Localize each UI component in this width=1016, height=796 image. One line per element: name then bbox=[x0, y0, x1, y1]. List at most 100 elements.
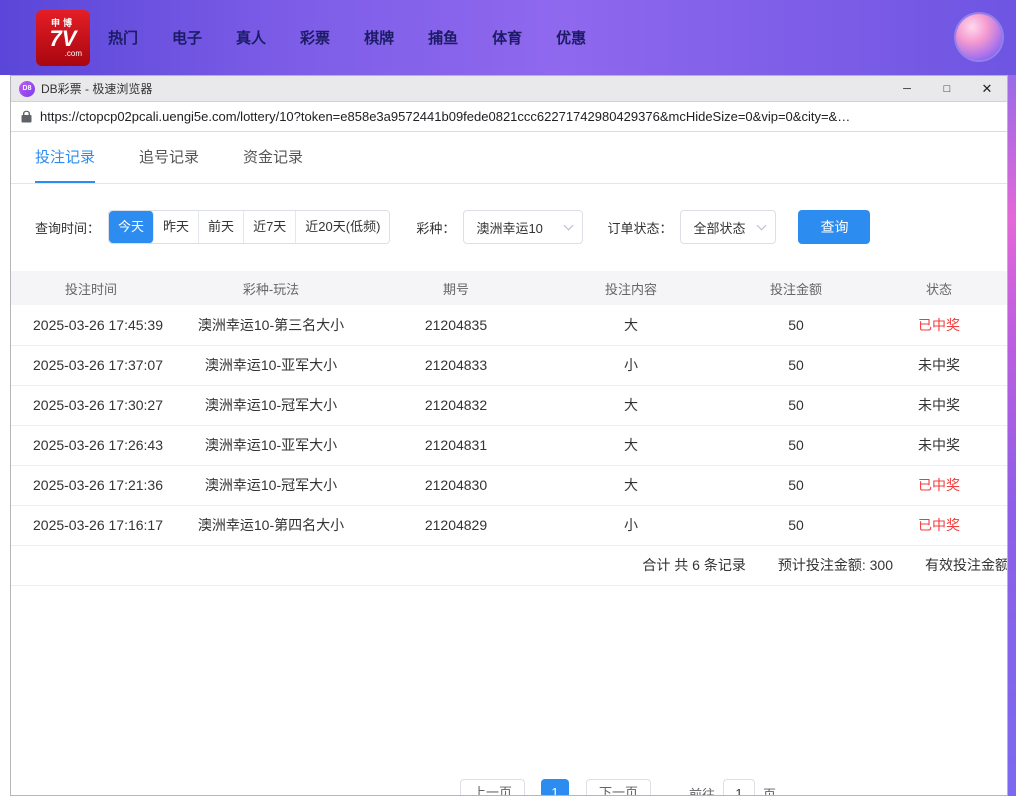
issue-cell: 21204833 bbox=[371, 345, 541, 385]
lottery-select-wrap: 澳洲幸运10 bbox=[463, 210, 583, 244]
bet-time-cell: 2025-03-26 17:45:39 bbox=[11, 305, 171, 345]
header-amount: 投注金额 bbox=[721, 271, 871, 305]
user-avatar[interactable] bbox=[956, 14, 1002, 60]
minimize-icon[interactable]: ─ bbox=[887, 76, 927, 101]
amount-cell: 50 bbox=[721, 465, 871, 505]
next-page-button[interactable]: 下一页 bbox=[586, 779, 651, 795]
nav-item-promo[interactable]: 优惠 bbox=[554, 23, 588, 52]
content-cell: 小 bbox=[541, 505, 721, 545]
tab-chase-records[interactable]: 追号记录 bbox=[139, 132, 199, 183]
order-status-label: 订单状态： bbox=[607, 218, 672, 237]
bet-time-cell: 2025-03-26 17:16:17 bbox=[11, 505, 171, 545]
close-icon[interactable]: ✕ bbox=[967, 76, 1007, 101]
table-row: 2025-03-26 17:21:36 澳洲幸运10-冠军大小 21204830… bbox=[11, 465, 1007, 505]
window-titlebar[interactable]: D8 DB彩票 - 极速浏览器 ─ □ ✕ bbox=[11, 76, 1007, 102]
search-button[interactable]: 查询 bbox=[798, 210, 870, 244]
summary-expected: 预计投注金额: 300 bbox=[778, 555, 893, 575]
goto-label: 前往 bbox=[689, 784, 715, 796]
lottery-select-value: 澳洲幸运10 bbox=[476, 218, 542, 237]
amount-cell: 50 bbox=[721, 305, 871, 345]
bet-time-cell: 2025-03-26 17:26:43 bbox=[11, 425, 171, 465]
window-title: DB彩票 - 极速浏览器 bbox=[41, 80, 152, 97]
summary-total: 合计 共 6 条记录 bbox=[642, 555, 745, 575]
bet-time-cell: 2025-03-26 17:30:27 bbox=[11, 385, 171, 425]
issue-cell: 21204835 bbox=[371, 305, 541, 345]
summary-row: 合计 共 6 条记录 预计投注金额: 300 有效投注金额 bbox=[11, 546, 1007, 586]
nav-item-sports[interactable]: 体育 bbox=[490, 23, 524, 52]
header-bet-time: 投注时间 bbox=[11, 271, 171, 305]
goto-unit-label: 页 bbox=[763, 784, 776, 796]
bet-time-cell: 2025-03-26 17:21:36 bbox=[11, 465, 171, 505]
query-time-label: 查询时间： bbox=[35, 218, 100, 237]
nav-item-boardgame[interactable]: 棋牌 bbox=[362, 23, 396, 52]
top-banner: 申博 7V .com 热门 电子 真人 彩票 棋牌 捕鱼 体育 优惠 bbox=[0, 0, 1016, 75]
amount-cell: 50 bbox=[721, 385, 871, 425]
maximize-icon[interactable]: □ bbox=[927, 76, 967, 101]
prev-page-button[interactable]: 上一页 bbox=[460, 779, 525, 795]
play-cell: 澳洲幸运10-亚军大小 bbox=[171, 345, 371, 385]
tab-bet-records[interactable]: 投注记录 bbox=[35, 132, 95, 183]
url-text[interactable]: https://ctopcp02pcali.uengi5e.com/lotter… bbox=[40, 109, 850, 124]
status-cell: 未中奖 bbox=[871, 385, 1007, 425]
page-number-1[interactable]: 1 bbox=[541, 779, 569, 795]
goto-page-input[interactable] bbox=[723, 779, 755, 795]
header-status: 状态 bbox=[871, 271, 1007, 305]
status-cell: 已中奖 bbox=[871, 505, 1007, 545]
nav-item-live[interactable]: 真人 bbox=[234, 23, 268, 52]
status-cell: 未中奖 bbox=[871, 345, 1007, 385]
site-logo-main-text: 7V bbox=[50, 28, 77, 50]
status-cell: 已中奖 bbox=[871, 465, 1007, 505]
table-header-row: 投注时间 彩种-玩法 期号 投注内容 投注金额 状态 bbox=[11, 271, 1007, 305]
order-status-select-value: 全部状态 bbox=[693, 218, 745, 237]
issue-cell: 21204831 bbox=[371, 425, 541, 465]
time-range-group: 今天 昨天 前天 近7天 近20天(低频) bbox=[108, 210, 390, 244]
pagination: 上一页 1 下一页 前往 页 bbox=[460, 779, 776, 795]
content-cell: 小 bbox=[541, 345, 721, 385]
status-cell: 已中奖 bbox=[871, 305, 1007, 345]
page-content: 投注记录 追号记录 资金记录 查询时间： 今天 昨天 前天 近7天 近20天(低… bbox=[11, 132, 1007, 795]
site-logo-sub-text: .com bbox=[65, 50, 82, 58]
header-issue: 期号 bbox=[371, 271, 541, 305]
play-cell: 澳洲幸运10-冠军大小 bbox=[171, 385, 371, 425]
play-cell: 澳洲幸运10-第四名大小 bbox=[171, 505, 371, 545]
status-select-wrap: 全部状态 bbox=[680, 210, 776, 244]
play-cell: 澳洲幸运10-第三名大小 bbox=[171, 305, 371, 345]
play-cell: 澳洲幸运10-冠军大小 bbox=[171, 465, 371, 505]
table-row: 2025-03-26 17:30:27 澳洲幸运10-冠军大小 21204832… bbox=[11, 385, 1007, 425]
table-row: 2025-03-26 17:16:17 澳洲幸运10-第四名大小 2120482… bbox=[11, 505, 1007, 545]
browser-window: D8 DB彩票 - 极速浏览器 ─ □ ✕ https://ctopcp02pc… bbox=[10, 75, 1008, 796]
time-btn-20days[interactable]: 近20天(低频) bbox=[296, 211, 389, 243]
summary-valid: 有效投注金额 bbox=[925, 555, 1007, 575]
window-controls: ─ □ ✕ bbox=[887, 76, 1007, 101]
time-btn-yesterday[interactable]: 昨天 bbox=[154, 211, 199, 243]
nav-item-hot[interactable]: 热门 bbox=[106, 23, 140, 52]
table-row: 2025-03-26 17:26:43 澳洲幸运10-亚军大小 21204831… bbox=[11, 425, 1007, 465]
main-nav: 热门 电子 真人 彩票 棋牌 捕鱼 体育 优惠 bbox=[106, 23, 588, 52]
lock-icon bbox=[21, 110, 32, 123]
table-row: 2025-03-26 17:37:07 澳洲幸运10-亚军大小 21204833… bbox=[11, 345, 1007, 385]
nav-item-lottery[interactable]: 彩票 bbox=[298, 23, 332, 52]
amount-cell: 50 bbox=[721, 425, 871, 465]
content-cell: 大 bbox=[541, 305, 721, 345]
content-cell: 大 bbox=[541, 425, 721, 465]
bet-records-table: 投注时间 彩种-玩法 期号 投注内容 投注金额 状态 2025-03-26 17… bbox=[11, 271, 1007, 546]
nav-item-slots[interactable]: 电子 bbox=[170, 23, 204, 52]
content-cell: 大 bbox=[541, 385, 721, 425]
issue-cell: 21204832 bbox=[371, 385, 541, 425]
address-bar[interactable]: https://ctopcp02pcali.uengi5e.com/lotter… bbox=[11, 102, 1007, 132]
record-tabs: 投注记录 追号记录 资金记录 bbox=[11, 132, 1007, 184]
site-logo[interactable]: 申博 7V .com bbox=[36, 10, 90, 66]
status-cell: 未中奖 bbox=[871, 425, 1007, 465]
nav-item-fishing[interactable]: 捕鱼 bbox=[426, 23, 460, 52]
content-cell: 大 bbox=[541, 465, 721, 505]
amount-cell: 50 bbox=[721, 345, 871, 385]
tab-fund-records[interactable]: 资金记录 bbox=[243, 132, 303, 183]
lottery-type-label: 彩种： bbox=[416, 218, 455, 237]
background-strip bbox=[1008, 75, 1016, 796]
time-btn-7days[interactable]: 近7天 bbox=[244, 211, 296, 243]
amount-cell: 50 bbox=[721, 505, 871, 545]
app-favicon-icon: D8 bbox=[19, 81, 35, 97]
issue-cell: 21204829 bbox=[371, 505, 541, 545]
time-btn-daybefore[interactable]: 前天 bbox=[199, 211, 244, 243]
time-btn-today[interactable]: 今天 bbox=[109, 211, 154, 243]
